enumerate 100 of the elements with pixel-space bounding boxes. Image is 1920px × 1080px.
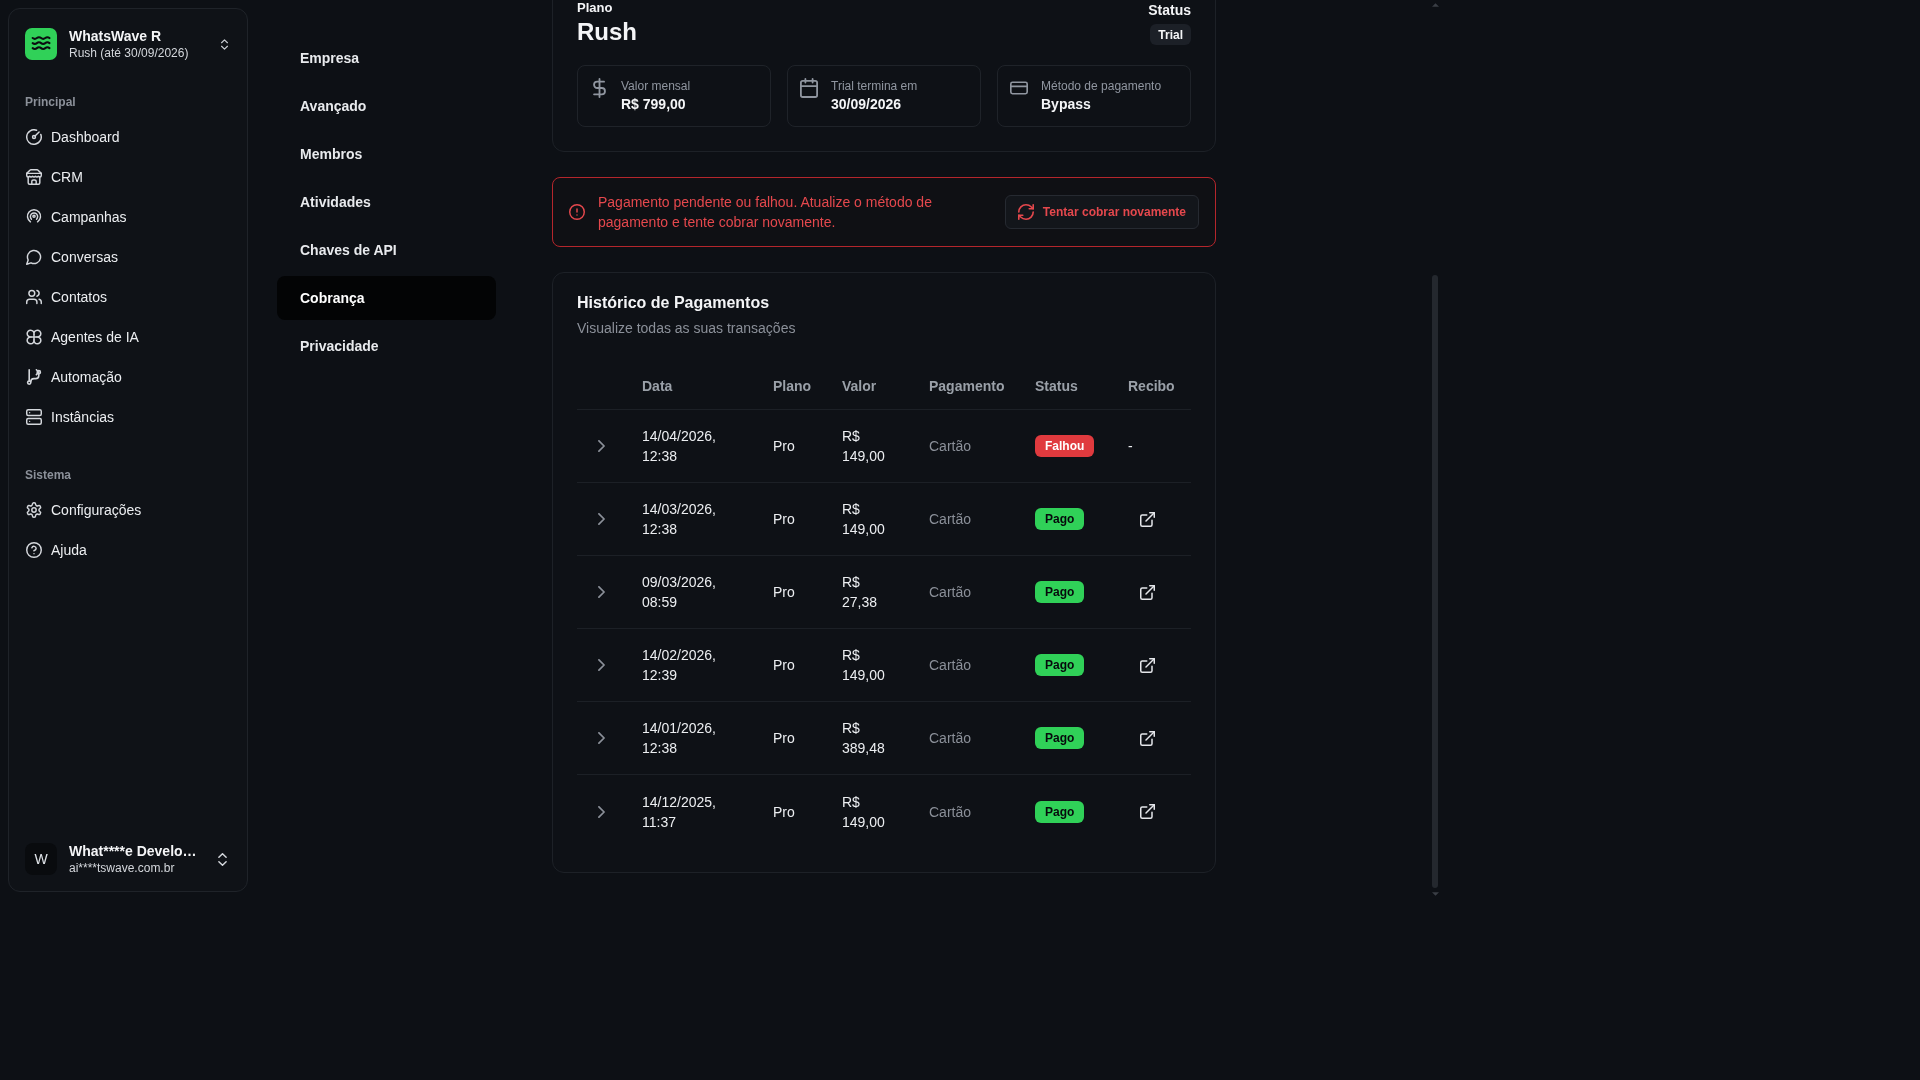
payment-amount: R$ 149,00 xyxy=(842,646,886,685)
nav-item[interactable]: Ajuda xyxy=(17,530,239,570)
payment-date: 14/01/2026, 12:38 xyxy=(642,719,717,758)
branch-icon xyxy=(26,369,42,385)
settings-icon xyxy=(26,502,42,518)
payment-date: 14/03/2026, 12:38 xyxy=(642,500,717,539)
clover-icon xyxy=(26,329,42,345)
settings-nav-item[interactable]: Avançado xyxy=(277,84,496,128)
dollar-sign-icon xyxy=(592,78,607,98)
nav-item[interactable]: Contatos xyxy=(17,277,239,317)
payment-date: 14/12/2025, 11:37 xyxy=(642,792,717,832)
chevrons-up-down-icon[interactable] xyxy=(221,38,228,50)
card-subtitle: Visualize todas as suas transações xyxy=(577,319,797,338)
server-icon xyxy=(26,409,42,425)
scrollbar-thumb[interactable] xyxy=(1432,275,1438,888)
column-header: Plano xyxy=(773,376,812,396)
retry-charge-button[interactable]: Tentar cobrar novamente xyxy=(1004,195,1199,229)
stat-label: Método de pagamento xyxy=(1041,78,1162,94)
chevron-right-icon[interactable] xyxy=(598,440,605,452)
column-header: Status xyxy=(1035,376,1078,396)
section-label: Sistema xyxy=(25,467,72,483)
status-badge: Pago xyxy=(1035,800,1085,823)
payment-method: Cartão xyxy=(929,510,972,529)
chevron-right-icon[interactable] xyxy=(598,513,605,525)
gauge-icon xyxy=(26,129,42,145)
payment-date: 14/02/2026, 12:39 xyxy=(642,646,717,685)
credit-card-icon xyxy=(1010,78,1028,98)
exclamation-circle-icon xyxy=(569,204,585,220)
column-header: Pagamento xyxy=(929,376,1005,396)
nav-item[interactable]: Configurações xyxy=(17,490,239,530)
card-title: Histórico de Pagamentos xyxy=(577,293,771,313)
nav-item[interactable]: Campanhas xyxy=(17,197,239,237)
chat-bubble-icon xyxy=(26,249,42,265)
payment-amount: R$ 27,38 xyxy=(842,573,879,612)
status-badge: Pago xyxy=(1035,727,1085,749)
nav-item[interactable]: Conversas xyxy=(17,237,239,277)
chevron-right-icon[interactable] xyxy=(598,805,605,818)
settings-nav-item[interactable]: Membros xyxy=(277,132,496,176)
payment-method: Cartão xyxy=(929,802,972,822)
nav-item[interactable]: CRM xyxy=(17,157,239,197)
users-icon xyxy=(26,289,42,305)
refresh-icon xyxy=(1017,204,1034,220)
payment-method: Cartão xyxy=(929,656,972,675)
column-header: Data xyxy=(642,376,673,396)
external-link-icon[interactable] xyxy=(1140,804,1155,819)
plan-name: Pro xyxy=(773,583,795,602)
stat-label: Trial termina em xyxy=(831,78,918,94)
settings-nav-item[interactable]: Privacidade xyxy=(277,324,496,368)
settings-nav-item[interactable]: Cobrança xyxy=(277,276,496,320)
status-badge: Pago xyxy=(1035,581,1085,603)
settings-nav-item[interactable]: Chaves de API xyxy=(277,228,496,272)
waves-logo-icon xyxy=(25,28,57,60)
nav-item[interactable]: Dashboard xyxy=(17,117,239,157)
external-link-icon[interactable] xyxy=(1140,511,1155,527)
nav-item[interactable]: Agentes de IA xyxy=(17,317,239,357)
column-header: Valor xyxy=(842,376,877,396)
payment-amount: R$ 389,48 xyxy=(842,719,886,758)
calendar-icon xyxy=(800,78,818,98)
external-link-icon[interactable] xyxy=(1140,657,1155,673)
chevron-right-icon[interactable] xyxy=(598,732,605,744)
status-badge: Pago xyxy=(1035,508,1085,530)
status-badge: Trial xyxy=(1150,24,1191,45)
stat-value: R$ 799,00 xyxy=(621,95,687,114)
payment-amount: R$ 149,00 xyxy=(842,792,886,832)
chevrons-up-down-icon[interactable] xyxy=(218,852,227,866)
status-badge: Falhou xyxy=(1035,435,1095,457)
store-icon xyxy=(26,169,42,185)
plan-name: Rush xyxy=(577,17,637,47)
stat-value: Bypass xyxy=(1041,95,1092,114)
broadcast-icon xyxy=(26,209,42,225)
nav-item[interactable]: Instâncias xyxy=(17,397,239,437)
plan-name: Pro xyxy=(773,437,795,456)
user-name: What****e Develo… xyxy=(69,842,197,860)
user-email: ai****tswave.com.br xyxy=(69,860,176,876)
alert-message: Pagamento pendente ou falhou. Atualize o método de pagamento e tente cobrar novamente. xyxy=(598,193,933,232)
workspace-plan: Rush (até 30/09/2026) xyxy=(69,45,189,61)
payment-method: Cartão xyxy=(929,583,972,602)
stat-value: 30/09/2026 xyxy=(831,95,903,114)
payment-amount: R$ 149,00 xyxy=(842,500,886,539)
chevron-right-icon[interactable] xyxy=(598,659,605,671)
payment-amount: R$ 149,00 xyxy=(842,427,886,466)
status-label: Status xyxy=(1148,1,1191,20)
plan-name: Pro xyxy=(773,729,795,748)
status-badge: Pago xyxy=(1035,654,1085,676)
payment-method: Cartão xyxy=(929,729,972,748)
chevron-right-icon[interactable] xyxy=(598,586,605,598)
user-avatar: W xyxy=(25,843,57,875)
workspace-name: WhatsWave R xyxy=(69,27,163,45)
external-link-icon[interactable] xyxy=(1140,584,1155,600)
plan-name: Pro xyxy=(773,656,795,675)
payment-date: 09/03/2026, 08:59 xyxy=(642,573,717,612)
plan-name: Pro xyxy=(773,510,795,529)
external-link-icon[interactable] xyxy=(1140,730,1155,746)
section-label: Principal xyxy=(25,94,76,110)
settings-nav-item[interactable]: Empresa xyxy=(277,36,496,80)
stat-label: Valor mensal xyxy=(621,78,691,94)
settings-nav-item[interactable]: Atividades xyxy=(277,180,496,224)
column-header: Recibo xyxy=(1128,376,1175,396)
plan-name: Pro xyxy=(773,802,795,822)
nav-item[interactable]: Automação xyxy=(17,357,239,397)
